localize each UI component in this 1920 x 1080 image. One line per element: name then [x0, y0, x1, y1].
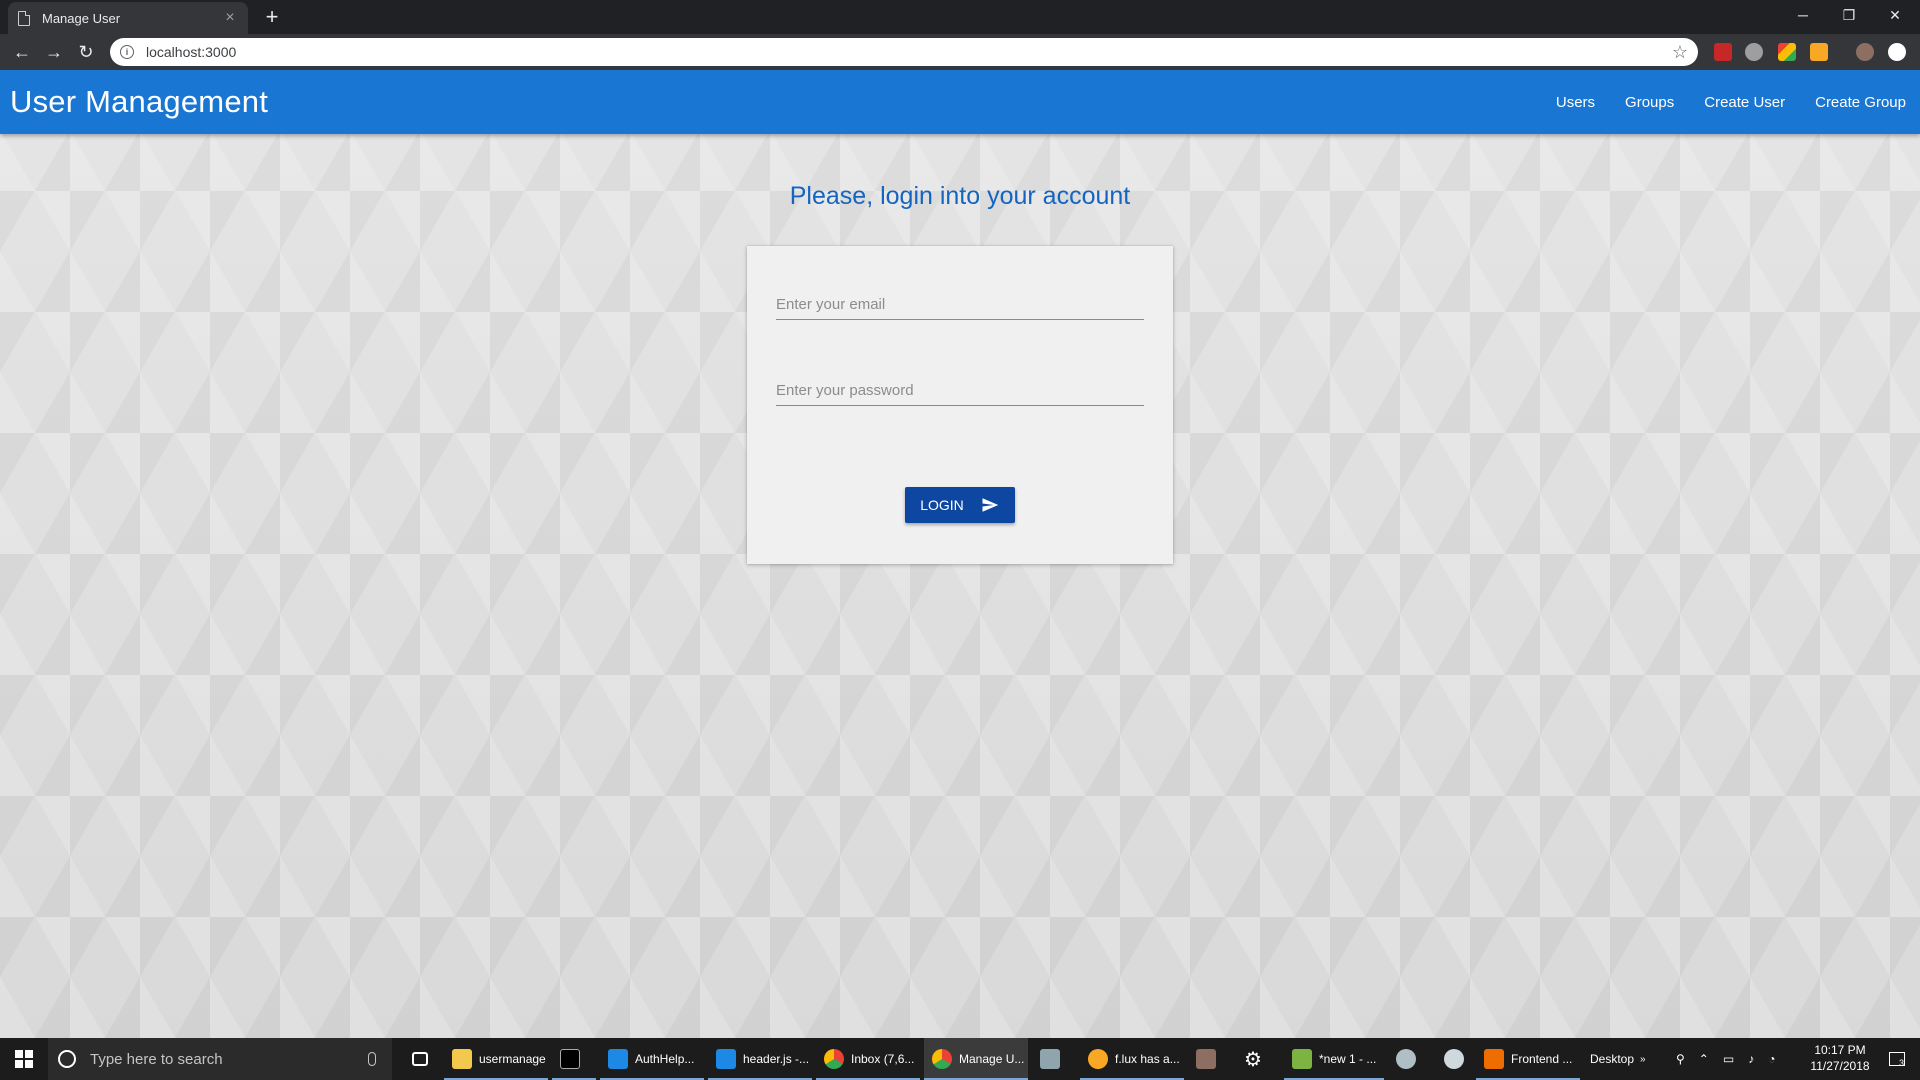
extension-icon[interactable]	[1745, 43, 1763, 61]
chrome-icon	[932, 1049, 952, 1069]
clock-date: 11/27/2018	[1810, 1059, 1870, 1073]
task-view-button[interactable]	[404, 1038, 440, 1080]
app-icon	[1484, 1049, 1504, 1069]
restore-button[interactable]: ❐	[1826, 0, 1872, 30]
extension-icon[interactable]	[1810, 43, 1828, 61]
search-placeholder: Type here to search	[90, 1050, 223, 1068]
nav-groups[interactable]: Groups	[1625, 94, 1674, 111]
info-icon[interactable]: i	[120, 45, 134, 59]
url-text[interactable]: localhost:3000	[146, 44, 1672, 60]
password-field	[776, 362, 1144, 406]
taskbar-item[interactable]: Frontend ...	[1476, 1038, 1580, 1080]
people-icon[interactable]: ⚲	[1676, 1052, 1685, 1066]
nav-create-group[interactable]: Create Group	[1815, 94, 1906, 111]
email-input[interactable]	[776, 276, 1144, 319]
cortana-icon	[58, 1050, 76, 1068]
app-icon	[1396, 1049, 1416, 1069]
taskbar-item[interactable]: Inbox (7,6...	[816, 1038, 920, 1080]
clock-time: 10:17 PM	[1814, 1043, 1866, 1057]
nav-create-user[interactable]: Create User	[1704, 94, 1785, 111]
back-button[interactable]: ←	[8, 38, 36, 66]
start-button[interactable]	[0, 1038, 48, 1080]
flux-icon	[1088, 1049, 1108, 1069]
taskbar-search[interactable]: Type here to search	[48, 1038, 392, 1080]
send-icon	[982, 498, 999, 512]
taskbar-item[interactable]: f.lux has a...	[1080, 1038, 1184, 1080]
task-view-icon	[412, 1052, 428, 1066]
extension-icon[interactable]	[1888, 43, 1906, 61]
minimize-button[interactable]: ─	[1780, 0, 1826, 30]
system-clock[interactable]: 10:17 PM 11/27/2018	[1800, 1042, 1880, 1074]
notepad-icon	[1292, 1049, 1312, 1069]
taskbar-item-label: usermanage	[479, 1052, 546, 1066]
windows-logo-icon	[15, 1050, 33, 1068]
taskbar-item[interactable]	[1188, 1038, 1232, 1080]
volume-icon[interactable]: ♪	[1748, 1052, 1754, 1066]
taskbar-item[interactable]	[1436, 1038, 1480, 1080]
notifications-button[interactable]: 3	[1882, 1038, 1912, 1080]
terminal-icon	[560, 1049, 580, 1069]
vscode-icon	[608, 1049, 628, 1069]
login-button-label: LOGIN	[920, 497, 964, 513]
app-icon	[1196, 1049, 1216, 1069]
page-icon	[18, 10, 30, 26]
desktop-toolbar[interactable]: Desktop »	[1590, 1038, 1646, 1080]
taskbar-item[interactable]: ⚙	[1236, 1038, 1280, 1080]
address-bar[interactable]: i localhost:3000 ☆	[110, 38, 1698, 66]
app-header: User Management Users Groups Create User…	[0, 70, 1920, 134]
taskbar-item-label: *new 1 - ...	[1319, 1052, 1377, 1066]
taskbar-item-label: Frontend ...	[1511, 1052, 1573, 1066]
vscode-icon	[716, 1049, 736, 1069]
forward-button[interactable]: →	[40, 38, 68, 66]
taskbar-item-label: header.js -...	[743, 1052, 810, 1066]
header-nav: Users Groups Create User Create Group	[1526, 70, 1906, 134]
password-input[interactable]	[776, 362, 1144, 405]
app-icon	[1444, 1049, 1464, 1069]
windows-taskbar: Type here to search usermanage AuthHelp.…	[0, 1038, 1920, 1080]
taskbar-item-label: f.lux has a...	[1115, 1052, 1180, 1066]
chrome-icon	[824, 1049, 844, 1069]
browser-toolbar: ← → ↻ i localhost:3000 ☆	[0, 34, 1920, 70]
chevron-right-icon[interactable]: »	[1640, 1054, 1646, 1065]
taskbar-item[interactable]: AuthHelp...	[600, 1038, 704, 1080]
email-field	[776, 276, 1144, 320]
login-heading: Please, login into your account	[789, 182, 1131, 210]
nav-users[interactable]: Users	[1556, 94, 1595, 111]
app-title[interactable]: User Management	[10, 84, 268, 120]
tab-close-icon[interactable]: ×	[222, 9, 238, 27]
taskbar-item[interactable]	[1032, 1038, 1076, 1080]
tab-manage-user[interactable]: Manage User ×	[8, 2, 248, 34]
wifi-icon[interactable]: ◔	[1768, 1052, 1775, 1066]
battery-icon[interactable]: ▭	[1723, 1052, 1734, 1066]
tab-title: Manage User	[42, 10, 121, 26]
taskbar-item[interactable]: header.js -...	[708, 1038, 812, 1080]
taskbar-item-label: Inbox (7,6...	[851, 1052, 915, 1066]
settings-icon: ⚙	[1244, 1048, 1262, 1071]
taskbar-item[interactable]: usermanage	[444, 1038, 548, 1080]
system-tray: ⚲ ⌃ ▭ ♪ ◔	[1676, 1038, 1775, 1080]
taskbar-item-label: Manage U...	[959, 1052, 1025, 1066]
profile-avatar[interactable]	[1856, 43, 1874, 61]
new-tab-button[interactable]: +	[258, 4, 286, 30]
desktop-label: Desktop	[1590, 1052, 1635, 1066]
microphone-icon[interactable]	[368, 1052, 376, 1066]
notification-count: 3	[1889, 1052, 1905, 1068]
extension-icon[interactable]	[1778, 43, 1796, 61]
app-icon	[1040, 1049, 1060, 1069]
taskbar-item[interactable]	[552, 1038, 596, 1080]
extension-icon[interactable]	[1714, 43, 1732, 61]
bookmark-star-icon[interactable]: ☆	[1672, 42, 1688, 63]
page-viewport: User Management Users Groups Create User…	[0, 70, 1920, 1038]
taskbar-item-label: AuthHelp...	[635, 1052, 695, 1066]
browser-title-bar: Manage User × + ─ ❐ ✕	[0, 0, 1920, 34]
close-window-button[interactable]: ✕	[1872, 0, 1918, 30]
folder-icon	[452, 1049, 472, 1069]
login-card: LOGIN	[747, 246, 1173, 564]
taskbar-item[interactable]	[1388, 1038, 1432, 1080]
chevron-up-icon[interactable]: ⌃	[1699, 1052, 1709, 1066]
taskbar-item[interactable]: Manage U...	[924, 1038, 1028, 1080]
reload-button[interactable]: ↻	[72, 38, 100, 66]
login-button[interactable]: LOGIN	[905, 487, 1015, 523]
taskbar-item[interactable]: *new 1 - ...	[1284, 1038, 1384, 1080]
